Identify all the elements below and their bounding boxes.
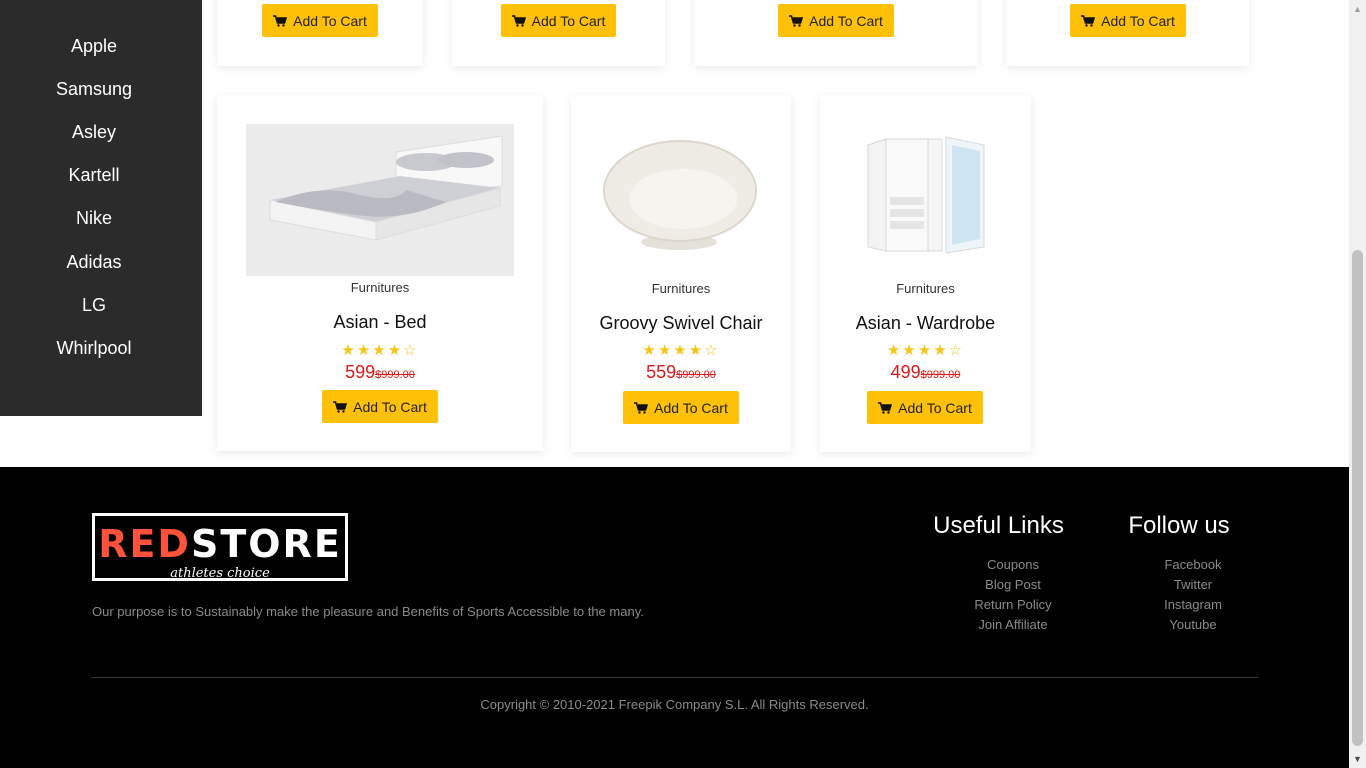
price-row: 559$999.00 [571, 362, 791, 383]
product-old-price: $999.00 [920, 369, 961, 381]
star-icon: ★ [917, 342, 934, 359]
product-card-top-3: Add To Cart [694, 0, 978, 66]
rating-stars: ★★★★☆ [820, 341, 1031, 359]
add-to-cart-button[interactable]: Add To Cart [262, 4, 378, 37]
sidebar-item-asley[interactable]: Asley [0, 121, 188, 143]
star-icon: ★ [356, 342, 373, 359]
add-to-cart-label: Add To Cart [654, 399, 728, 416]
sidebar-item-adidas[interactable]: Adidas [0, 251, 188, 273]
sidebar-item-apple[interactable]: Apple [0, 35, 188, 57]
product-image-wardrobe[interactable] [864, 135, 988, 257]
star-outline-icon: ☆ [403, 342, 419, 359]
star-icon: ★ [902, 342, 918, 359]
rating-stars: ★★★★☆ [571, 341, 791, 359]
footer-divider [91, 677, 1258, 678]
add-to-cart-button[interactable]: Add To Cart [778, 4, 894, 37]
scroll-up-arrow-icon[interactable]: ▲ [1349, 2, 1366, 16]
product-image-chair[interactable] [599, 125, 763, 260]
scrollbar-thumb[interactable] [1352, 250, 1363, 746]
product-category: Furnitures [350, 280, 410, 295]
add-to-cart-label: Add To Cart [353, 398, 427, 415]
product-name[interactable]: Groovy Swivel Chair [571, 313, 791, 334]
logo-white-text: STORE [190, 522, 342, 566]
footer-link-join-affiliate[interactable]: Join Affiliate [938, 617, 1088, 632]
add-to-cart-label: Add To Cart [293, 12, 367, 29]
footer-link-coupons[interactable]: Coupons [938, 557, 1088, 572]
footer-link-blog-post[interactable]: Blog Post [938, 577, 1088, 592]
shopping-cart-icon [1081, 14, 1096, 27]
footer-link-facebook[interactable]: Facebook [1118, 557, 1268, 572]
useful-links-title: Useful Links [933, 512, 1064, 539]
shopping-cart-icon [511, 14, 526, 27]
star-icon: ★ [933, 342, 949, 359]
product-card-bed: Furnitures Asian - Bed ★★★★☆ 599$999.00 … [217, 95, 543, 451]
sidebar-item-kartell[interactable]: Kartell [0, 164, 188, 186]
copyright-text: Copyright © 2010-2021 Freepik Company S.… [480, 697, 869, 712]
add-to-cart-label: Add To Cart [809, 12, 883, 29]
wardrobe-illustration [867, 136, 985, 254]
star-icon: ★ [886, 342, 903, 359]
star-icon: ★ [341, 342, 357, 359]
logo-tagline: athletes choice [170, 566, 270, 581]
shopping-cart-icon [878, 401, 893, 414]
price-row: 599$999.00 [217, 362, 543, 383]
footer-link-twitter[interactable]: Twitter [1118, 577, 1268, 592]
product-price: 559 [646, 362, 677, 382]
product-card-top-2: Add To Cart [452, 0, 665, 66]
product-image-bed[interactable] [246, 124, 514, 276]
add-to-cart-button[interactable]: Add To Cart [322, 390, 438, 423]
page-scrollbar[interactable]: ▲ ▼ [1349, 0, 1366, 768]
bed-illustration [269, 135, 503, 241]
product-category: Furnitures [651, 281, 711, 296]
add-to-cart-button[interactable]: Add To Cart [501, 4, 616, 37]
rating-stars: ★★★★☆ [217, 341, 543, 359]
sidebar-item-samsung[interactable]: Samsung [0, 78, 188, 100]
add-to-cart-label: Add To Cart [531, 12, 606, 29]
shopping-cart-icon [634, 401, 649, 414]
follow-us-title: Follow us [1128, 512, 1230, 539]
add-to-cart-button[interactable]: Add To Cart [1070, 4, 1186, 37]
redstore-logo[interactable]: REDSTORE athletes choice [92, 513, 348, 581]
star-icon: ★ [673, 342, 689, 359]
shopping-cart-icon [789, 14, 804, 27]
sidebar-item-lg[interactable]: LG [0, 294, 188, 316]
footer-link-youtube[interactable]: Youtube [1118, 617, 1268, 632]
product-category: Furnitures [896, 281, 955, 296]
product-price: 499 [890, 362, 921, 382]
star-outline-icon: ☆ [704, 342, 720, 359]
product-old-price: $999.00 [676, 369, 716, 381]
chair-illustration [603, 140, 757, 250]
product-card-chair: Furnitures Groovy Swivel Chair ★★★★☆ 559… [571, 95, 791, 452]
price-row: 499$999.00 [820, 362, 1031, 383]
add-to-cart-button[interactable]: Add To Cart [623, 391, 739, 424]
footer-link-return-policy[interactable]: Return Policy [938, 597, 1088, 612]
brand-sidebar: Apple Samsung Asley Kartell Nike Adidas … [0, 0, 202, 416]
add-to-cart-label: Add To Cart [898, 399, 972, 416]
star-outline-icon: ☆ [948, 342, 965, 359]
shopping-cart-icon [273, 14, 288, 27]
footer-purpose-text: Our purpose is to Sustainably make the p… [92, 604, 644, 619]
product-old-price: $999.00 [375, 369, 415, 381]
sidebar-item-nike[interactable]: Nike [0, 207, 188, 229]
footer-link-instagram[interactable]: Instagram [1118, 597, 1268, 612]
site-footer: REDSTORE athletes choice Our purpose is … [0, 467, 1349, 768]
star-icon: ★ [642, 342, 658, 359]
product-card-top-1: Add To Cart [217, 0, 423, 66]
star-icon: ★ [387, 342, 404, 359]
product-name[interactable]: Asian - Bed [217, 312, 543, 333]
add-to-cart-label: Add To Cart [1101, 12, 1175, 29]
star-icon: ★ [372, 342, 388, 359]
star-icon: ★ [688, 342, 705, 359]
product-card-wardrobe: Furnitures Asian - Wardrobe ★★★★☆ 499$99… [820, 95, 1031, 452]
shopping-cart-icon [333, 400, 348, 413]
scroll-down-arrow-icon[interactable]: ▼ [1349, 752, 1366, 766]
logo-red-text: RED [98, 522, 191, 566]
product-price: 599 [345, 362, 376, 382]
add-to-cart-button[interactable]: Add To Cart [867, 391, 983, 424]
product-name[interactable]: Asian - Wardrobe [820, 313, 1031, 334]
sidebar-item-whirlpool[interactable]: Whirlpool [0, 337, 188, 359]
star-icon: ★ [657, 342, 674, 359]
product-card-top-4: Add To Cart [1006, 0, 1249, 66]
logo-wordmark: REDSTORE [95, 522, 345, 566]
